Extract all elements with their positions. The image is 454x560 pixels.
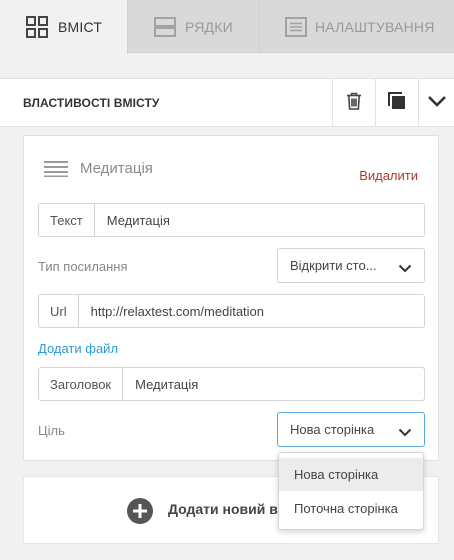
heading-field-label: Заголовок	[39, 368, 124, 400]
tab-bar: ВМІСТ РЯДКИ НАЛАШТУВАННЯ	[0, 0, 454, 54]
add-file-link[interactable]: Додати файл	[38, 341, 118, 356]
dropdown-option[interactable]: Поточна сторінка	[279, 492, 423, 525]
drag-handle-icon[interactable]	[44, 161, 68, 182]
item-title: Медитація	[80, 160, 153, 177]
delete-button[interactable]	[332, 79, 374, 127]
tab-label: ВМІСТ	[58, 19, 103, 35]
tab-label: НАЛАШТУВАННЯ	[315, 18, 435, 35]
tab-settings[interactable]: НАЛАШТУВАННЯ	[260, 0, 454, 53]
rows-icon	[154, 16, 176, 38]
target-dropdown: Нова сторінка Поточна сторінка	[278, 452, 424, 530]
duplicate-button[interactable]	[375, 79, 417, 127]
plus-circle-icon	[126, 497, 154, 530]
dropdown-option[interactable]: Нова сторінка	[279, 458, 423, 491]
link-type-select[interactable]: Відкрити сто...	[277, 248, 425, 283]
url-field-label: Url	[39, 295, 79, 327]
url-field-value[interactable]: http://relaxtest.com/meditation	[79, 295, 264, 327]
url-field[interactable]: Url http://relaxtest.com/meditation	[38, 294, 425, 328]
link-type-label: Тип посилання	[38, 259, 128, 274]
target-label: Ціль	[38, 423, 65, 438]
copy-icon	[387, 91, 406, 115]
target-value: Нова сторінка	[290, 422, 375, 437]
content-properties-header: ВЛАСТИВОСТІ ВМІСТУ	[0, 78, 454, 127]
text-field[interactable]: Текст Медитація	[38, 203, 425, 237]
remove-link[interactable]: Видалити	[359, 168, 418, 183]
tab-rows[interactable]: РЯДКИ	[128, 0, 260, 53]
chevron-down-icon	[398, 425, 412, 440]
tab-content[interactable]: ВМІСТ	[0, 0, 128, 54]
chevron-down-icon	[398, 261, 412, 276]
trash-icon	[346, 92, 362, 115]
section-title: ВЛАСТИВОСТІ ВМІСТУ	[23, 96, 160, 110]
collapse-button[interactable]	[418, 79, 454, 127]
grid-icon	[26, 16, 48, 38]
text-field-label: Текст	[39, 204, 95, 236]
text-field-value[interactable]: Медитація	[95, 204, 170, 236]
tab-label: РЯДКИ	[185, 18, 233, 35]
settings-doc-icon	[285, 16, 307, 38]
target-select[interactable]: Нова сторінка	[277, 412, 425, 447]
content-item-panel: Медитація Видалити Текст Медитація Тип п…	[23, 135, 439, 461]
heading-field[interactable]: Заголовок Медитація	[38, 367, 425, 401]
heading-field-value[interactable]: Медитація	[123, 368, 198, 400]
chevron-down-icon	[427, 94, 447, 112]
link-type-value: Відкрити сто...	[290, 258, 377, 273]
